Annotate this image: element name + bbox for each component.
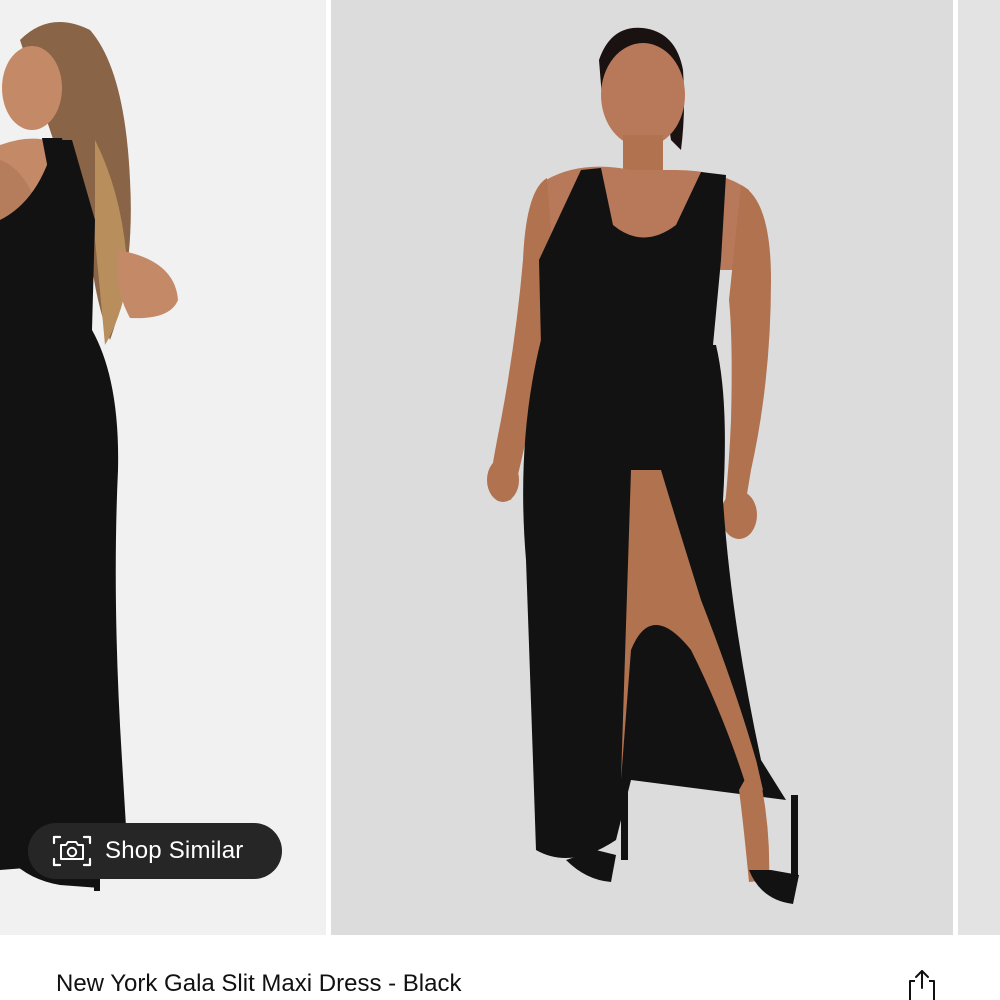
share-icon (909, 970, 935, 1000)
shop-similar-button[interactable]: Shop Similar (28, 823, 282, 879)
shop-similar-label: Shop Similar (105, 837, 244, 864)
product-image-2[interactable] (331, 0, 953, 935)
product-image-1[interactable] (0, 0, 326, 935)
model-front-view-photo (487, 27, 799, 904)
product-page: Shop Similar New York Gala Slit Maxi Dre… (0, 0, 1000, 1000)
product-image-3[interactable] (958, 0, 1000, 935)
product-title: New York Gala Slit Maxi Dress - Black (56, 970, 462, 997)
share-button[interactable] (904, 968, 940, 1000)
image-carousel[interactable]: Shop Similar (0, 0, 1000, 935)
camera-icon (52, 835, 92, 867)
partial-next-photo (958, 0, 1000, 935)
model-back-view-photo (0, 22, 178, 891)
